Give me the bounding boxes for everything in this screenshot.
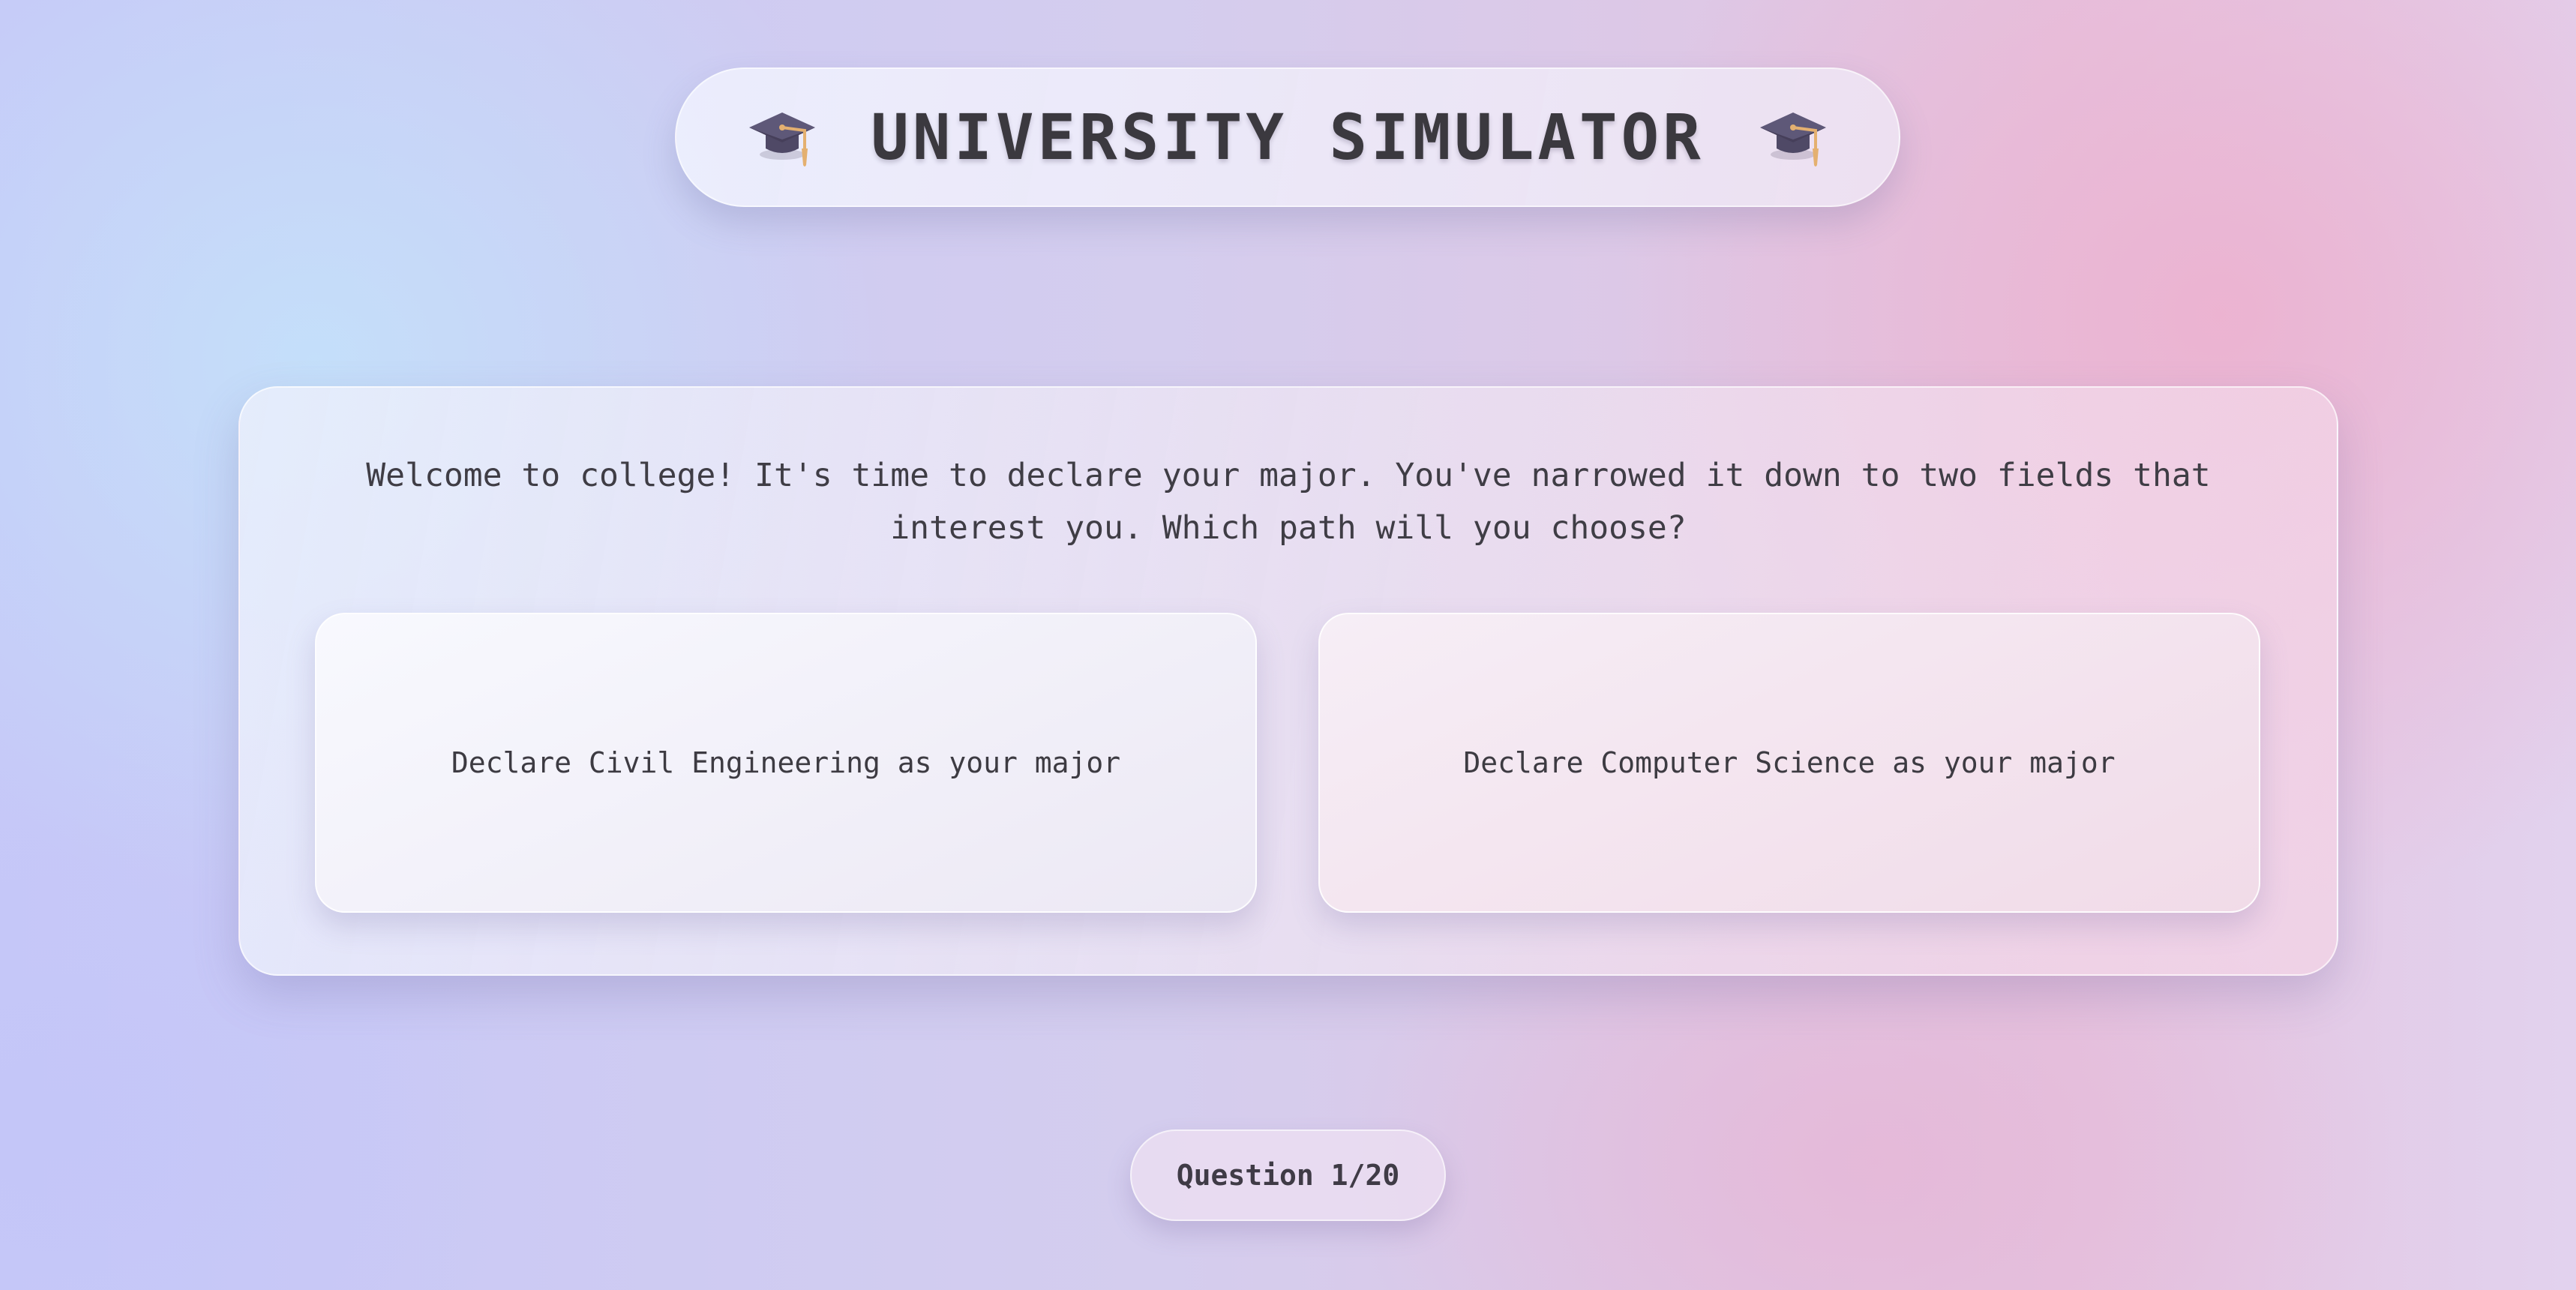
choice-civil-engineering-button[interactable]: Declare Civil Engineering as your major [315, 613, 1257, 913]
choice-computer-science-button[interactable]: Declare Computer Science as your major [1318, 613, 2260, 913]
graduation-cap-icon [1759, 112, 1826, 166]
question-text: Welcome to college! It's time to declare… [366, 457, 2211, 547]
question-panel: Welcome to college! It's time to declare… [238, 386, 2338, 976]
title-banner: UNIVERSITY SIMULATOR [675, 68, 1900, 207]
app-title: UNIVERSITY SIMULATOR [871, 100, 1705, 174]
graduation-cap-icon [749, 112, 816, 166]
question-counter: Question 1/20 [1130, 1130, 1446, 1221]
